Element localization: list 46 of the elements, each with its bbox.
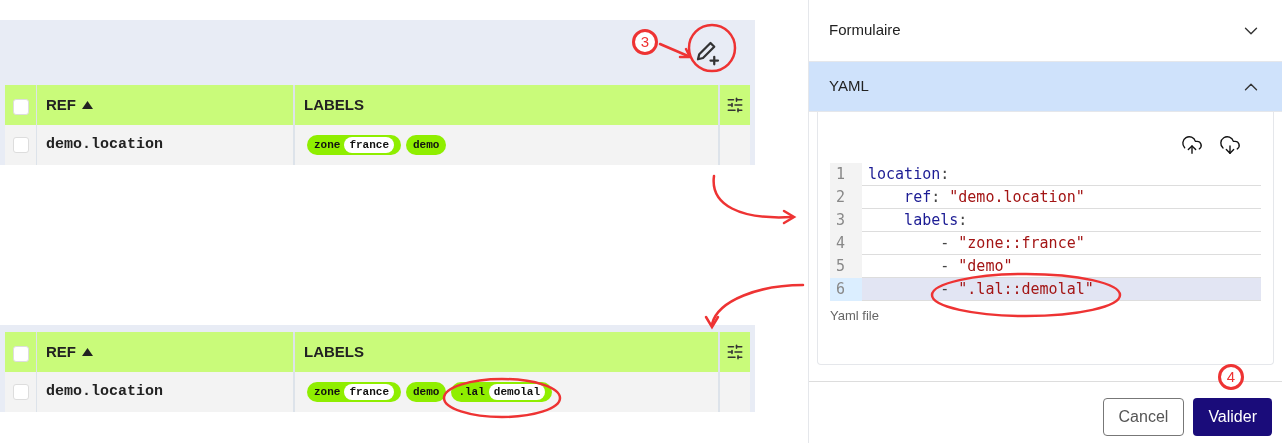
checkbox[interactable] — [12, 384, 29, 400]
line-number: 6 — [830, 278, 862, 301]
checkbox[interactable] — [12, 346, 29, 362]
step-badge: 4 — [1218, 364, 1244, 390]
checkbox[interactable] — [12, 137, 29, 153]
chip-key: zone — [314, 136, 341, 154]
cloud-download-icon[interactable] — [1219, 134, 1241, 156]
code-editor[interactable]: 1 location: 2 ref: "demo.location" 3 labels: 4 - "zone::france" 5 - "demo" 6 - ".lal::demolal" — [830, 163, 1261, 301]
chip-value: demolal — [488, 383, 546, 401]
sort-ascending-icon — [82, 348, 93, 356]
chip-key: .lal — [458, 383, 485, 401]
code-line: 2 ref: "demo.location" — [830, 186, 1261, 209]
cloud-upload-icon[interactable] — [1181, 134, 1203, 156]
submit-button[interactable]: Valider — [1193, 398, 1272, 436]
column-settings-icon[interactable] — [726, 96, 744, 114]
line-number: 2 — [830, 186, 862, 209]
line-number: 4 — [830, 232, 862, 255]
checkbox[interactable] — [12, 99, 29, 115]
line-number: 5 — [830, 255, 862, 278]
ref-cell-text: demo.location — [46, 381, 164, 402]
chip-value: france — [344, 136, 394, 154]
accordion-header[interactable]: YAML — [809, 62, 1282, 112]
code-line: 5 - "demo" — [830, 255, 1261, 278]
line-number: 1 — [830, 163, 862, 186]
column-settings-icon[interactable] — [726, 343, 744, 361]
table-row[interactable]: demo.location zone france demo — [5, 125, 750, 165]
column-header[interactable]: LABELS — [304, 340, 364, 364]
chip-key: zone — [314, 383, 341, 401]
column-header[interactable]: REF — [46, 340, 76, 364]
code-line: 6 - ".lal::demolal" — [830, 278, 1261, 301]
code-line: 4 - "zone::france" — [830, 232, 1261, 255]
code-line: 3 labels: — [830, 209, 1261, 232]
line-number: 3 — [830, 209, 862, 232]
ref-cell-text: demo.location — [46, 134, 164, 155]
code-line: 1 location: — [830, 163, 1261, 186]
chip-key: demo — [413, 136, 440, 154]
annotation-circle — [687, 23, 737, 73]
editor-caption: Yaml file — [830, 307, 880, 325]
column-header[interactable]: REF — [46, 93, 76, 117]
cancel-button[interactable]: Cancel — [1102, 398, 1185, 436]
annotation-arrow — [658, 42, 693, 59]
chip-key: demo — [413, 383, 440, 401]
column-header[interactable]: LABELS — [304, 93, 364, 117]
table-row[interactable]: demo.location zone france demo .lal demolal — [5, 372, 750, 412]
sort-ascending-icon — [82, 101, 93, 109]
chip-value: france — [344, 383, 394, 401]
